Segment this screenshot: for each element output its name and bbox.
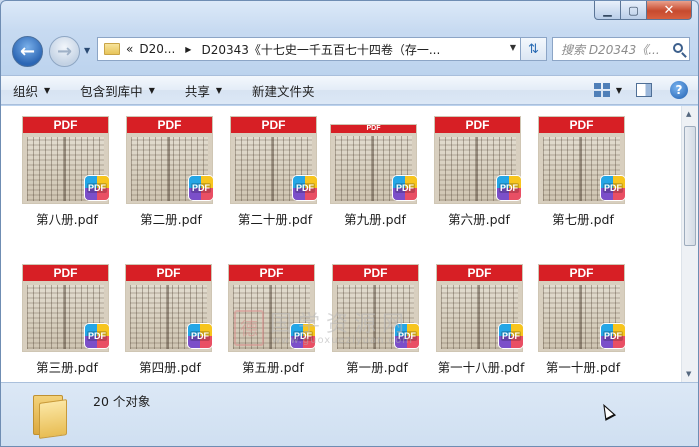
pdf-app-icon: PDF: [499, 324, 523, 348]
folder-icon: [104, 43, 120, 55]
command-bar: 组织 ▼ 包含到库中 ▼ 共享 ▼ 新建文件夹 ▼ ?: [1, 75, 698, 105]
file-item[interactable]: PDF PDF 第七册.pdf: [533, 109, 633, 249]
file-item[interactable]: PDF PDF 第一十八册.pdf: [431, 257, 531, 397]
view-options-icon[interactable]: [593, 83, 610, 97]
pdf-app-icon: PDF: [497, 176, 521, 200]
pdf-app-icon: PDF: [601, 324, 625, 348]
breadcrumb-overflow[interactable]: «: [126, 42, 133, 56]
chevron-down-icon: ▼: [44, 85, 51, 95]
file-item[interactable]: PDF PDF 第一十册.pdf: [533, 257, 633, 397]
breadcrumb-item-current[interactable]: D20343《十七史一千五百七十四卷（存一...: [201, 41, 440, 58]
chevron-down-icon: ▼: [84, 46, 91, 55]
pdf-app-icon: PDF: [395, 324, 419, 348]
pdf-app-icon: PDF: [189, 176, 213, 200]
file-item[interactable]: PDF PDF 第八册.pdf: [17, 109, 117, 249]
back-button[interactable]: ←: [12, 36, 43, 67]
file-name: 第一册.pdf: [346, 360, 408, 375]
refresh-icon: ⇅: [528, 41, 539, 57]
file-item[interactable]: PDF PDF 第六册.pdf: [429, 109, 529, 249]
preview-pane-icon[interactable]: [636, 83, 652, 97]
file-list: PDF PDF 第八册.pdf PDF PDF 第二册.pdf PDF PDF …: [1, 106, 681, 382]
file-item[interactable]: PDF PDF 第一册.pdf: [327, 257, 427, 397]
arrow-left-icon: ←: [19, 41, 36, 62]
caption-buttons: ▁ ▢ ✕: [594, 1, 692, 20]
address-dropdown-icon[interactable]: ▼: [510, 43, 516, 52]
scroll-up-icon[interactable]: ▲: [686, 110, 691, 118]
search-icon[interactable]: [673, 43, 683, 53]
forward-button[interactable]: →: [49, 36, 80, 67]
new-folder-button[interactable]: 新建文件夹: [252, 81, 315, 100]
file-name: 第四册.pdf: [139, 360, 201, 375]
view-controls: ▼ ?: [593, 81, 688, 99]
vertical-scrollbar[interactable]: ▲ ▼: [681, 106, 698, 382]
file-name: 第七册.pdf: [552, 212, 614, 227]
pdf-app-icon: PDF: [85, 324, 109, 348]
file-name: 第五册.pdf: [242, 360, 304, 375]
search-placeholder: 搜索 D20343《...: [561, 42, 660, 57]
chevron-down-icon[interactable]: ▼: [616, 86, 622, 95]
new-folder-label: 新建文件夹: [252, 83, 315, 99]
file-item[interactable]: PDF PDF 第二册.pdf: [121, 109, 221, 249]
file-name: 第三册.pdf: [36, 360, 98, 375]
thumbnail-band: PDF: [231, 117, 316, 133]
thumbnail-band: PDF: [127, 117, 212, 133]
share-menu[interactable]: 共享 ▼: [185, 81, 222, 100]
navigation-bar: ← → ▼ « D20... ▶ D20343《十七史一千五百七十四卷（存一..…: [9, 34, 690, 68]
search-input[interactable]: 搜索 D20343《...: [552, 37, 690, 61]
file-item[interactable]: PDF PDF 第五册.pdf: [223, 257, 323, 397]
file-name: 第一十册.pdf: [545, 360, 621, 375]
file-item[interactable]: PDF PDF 第二十册.pdf: [225, 109, 325, 249]
chevron-right-icon[interactable]: ▶: [185, 45, 191, 54]
item-count: 20 个对象: [93, 394, 151, 409]
file-name: 第九册.pdf: [344, 212, 406, 227]
pdf-app-icon: PDF: [85, 176, 109, 200]
thumbnail-band: PDF: [229, 265, 314, 281]
refresh-button[interactable]: ⇅: [521, 37, 547, 61]
help-icon[interactable]: ?: [670, 81, 688, 99]
thumbnail-band: PDF: [539, 265, 624, 281]
minimize-button[interactable]: ▁: [594, 1, 621, 20]
share-label: 共享: [184, 83, 210, 99]
file-item[interactable]: PDF PDF 第三册.pdf: [17, 257, 117, 397]
explorer-window: ▁ ▢ ✕ ← → ▼ « D20... ▶ D20343《十七史一千五百七十四…: [0, 0, 699, 447]
pdf-app-icon: PDF: [293, 176, 317, 200]
thumbnail-band: PDF: [126, 265, 211, 281]
file-name: 第六册.pdf: [448, 212, 510, 227]
thumbnail-band: PDF: [539, 117, 624, 133]
thumbnail-band: PDF: [437, 265, 522, 281]
organize-menu[interactable]: 组织 ▼: [13, 81, 50, 100]
recent-pages-button[interactable]: ▼: [84, 46, 90, 55]
pdf-app-icon: PDF: [393, 176, 417, 200]
include-in-library-menu[interactable]: 包含到库中 ▼: [80, 81, 155, 100]
thumbnail-band: PDF: [23, 117, 108, 133]
scroll-down-icon[interactable]: ▼: [686, 370, 691, 378]
pdf-app-icon: PDF: [188, 324, 212, 348]
file-name: 第二册.pdf: [140, 212, 202, 227]
file-item[interactable]: PDF PDF 第四册.pdf: [120, 257, 220, 397]
pdf-app-icon: PDF: [291, 324, 315, 348]
close-button[interactable]: ✕: [647, 1, 692, 20]
file-name: 第八册.pdf: [36, 212, 98, 227]
pdf-app-icon: PDF: [601, 176, 625, 200]
scrollbar-thumb[interactable]: [684, 126, 696, 246]
folder-icon: [31, 393, 69, 439]
maximize-button[interactable]: ▢: [621, 1, 647, 20]
thumbnail-band: PDF: [23, 265, 108, 281]
thumbnail-band: PDF: [331, 125, 416, 133]
file-item[interactable]: PDF PDF 第九册.pdf: [325, 109, 425, 249]
breadcrumb-item-parent[interactable]: D20...: [139, 42, 175, 56]
organize-label: 组织: [13, 83, 39, 99]
thumbnail-band: PDF: [435, 117, 520, 133]
include-in-library-label: 包含到库中: [80, 83, 143, 99]
chevron-down-icon: ▼: [215, 85, 223, 95]
arrow-right-icon: →: [56, 41, 73, 62]
address-bar[interactable]: « D20... ▶ D20343《十七史一千五百七十四卷（存一... ▼: [97, 37, 521, 61]
chevron-down-icon: ▼: [148, 85, 155, 95]
details-pane: 20 个对象: [1, 382, 698, 446]
thumbnail-band: PDF: [333, 265, 418, 281]
